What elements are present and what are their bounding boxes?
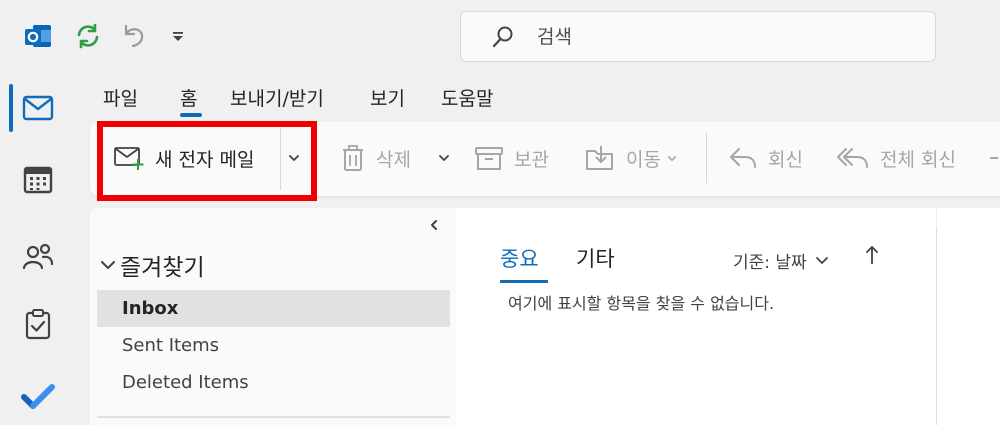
- chevron-down-icon: [815, 256, 829, 265]
- new-mail-button[interactable]: 새 전자 메일: [113, 140, 254, 176]
- chevron-down-icon: [288, 154, 300, 162]
- folder-sent-items[interactable]: Sent Items: [97, 327, 450, 364]
- tab-file[interactable]: 파일: [103, 84, 138, 111]
- empty-list-message: 여기에 표시할 항목을 찾을 수 없습니다.: [508, 294, 775, 313]
- people-icon: [21, 241, 55, 271]
- rail-tasks[interactable]: [0, 296, 76, 352]
- delete-dropdown-button[interactable]: [438, 140, 450, 176]
- sort-by-button[interactable]: 기준: 날짜: [733, 248, 829, 273]
- trash-icon: [340, 144, 366, 172]
- tab-other[interactable]: 기타: [576, 243, 615, 273]
- reply-all-button[interactable]: 전체 회신: [836, 140, 956, 176]
- move-to-folder-icon: [584, 144, 616, 172]
- move-label: 이동: [626, 148, 661, 171]
- ribbon-divider: [706, 133, 707, 183]
- undo-icon[interactable]: [118, 20, 150, 52]
- message-list: [456, 208, 936, 425]
- tab-home[interactable]: 홈: [180, 84, 197, 111]
- outlook-logo-icon: [22, 20, 54, 52]
- sort-label: 기준: 날짜: [733, 253, 807, 273]
- search-input[interactable]: [537, 22, 917, 52]
- rail-mail[interactable]: [0, 80, 76, 136]
- delete-button[interactable]: 삭제: [340, 140, 411, 176]
- new-mail-label: 새 전자 메일: [155, 148, 255, 171]
- tab-help[interactable]: 도움말: [441, 84, 493, 111]
- reply-all-label: 전체 회신: [880, 148, 956, 171]
- new-mail-icon: [113, 145, 145, 171]
- mail-icon: [22, 95, 54, 121]
- search-icon: [491, 25, 515, 49]
- chevron-down-icon: [438, 154, 450, 162]
- forward-icon: [990, 145, 1000, 171]
- reply-all-icon: [836, 145, 870, 171]
- collapse-pane-icon[interactable]: [428, 218, 440, 232]
- folder-label: Deleted Items: [122, 372, 249, 393]
- tab-focused[interactable]: 중요: [500, 243, 539, 273]
- tab-send-receive[interactable]: 보내기/받기: [230, 84, 324, 111]
- reply-button[interactable]: 회신: [728, 140, 803, 176]
- clipboard-check-icon: [24, 308, 52, 340]
- rail-todo[interactable]: [0, 368, 76, 424]
- archive-label: 보관: [514, 148, 549, 171]
- tab-focused-underline: [500, 280, 548, 283]
- search-box[interactable]: [460, 11, 936, 62]
- chevron-down-icon: [100, 260, 116, 270]
- sync-icon[interactable]: [72, 20, 104, 52]
- tab-home-underline: [180, 113, 202, 117]
- favorites-header[interactable]: 즐겨찾기: [100, 248, 205, 282]
- todo-check-icon: [21, 382, 55, 410]
- folder-label: Inbox: [122, 298, 179, 319]
- calendar-icon: [22, 165, 54, 195]
- tab-view[interactable]: 보기: [370, 84, 405, 111]
- reading-pane-divider: [936, 228, 937, 425]
- new-mail-dropdown-button[interactable]: [288, 140, 300, 176]
- delete-label: 삭제: [376, 148, 411, 171]
- reply-label: 회신: [768, 148, 803, 171]
- folder-deleted-items[interactable]: Deleted Items: [97, 364, 450, 401]
- move-button[interactable]: 이동: [584, 140, 677, 176]
- new-mail-split-divider: [280, 128, 281, 190]
- more-actions-clipped[interactable]: [990, 140, 1000, 176]
- archive-icon: [474, 145, 504, 171]
- chevron-down-icon: [667, 155, 677, 162]
- archive-button[interactable]: 보관: [474, 140, 549, 176]
- reading-pane: [937, 208, 1000, 425]
- reply-icon: [728, 145, 758, 171]
- sort-direction-icon[interactable]: [864, 244, 880, 266]
- folder-inbox[interactable]: Inbox: [97, 290, 450, 327]
- customize-toolbar-dropdown-icon[interactable]: [162, 20, 194, 52]
- folder-divider: [97, 416, 450, 418]
- rail-calendar[interactable]: [0, 152, 76, 208]
- favorites-label: 즐겨찾기: [120, 255, 205, 281]
- rail-people[interactable]: [0, 228, 76, 284]
- folder-label: Sent Items: [122, 335, 220, 356]
